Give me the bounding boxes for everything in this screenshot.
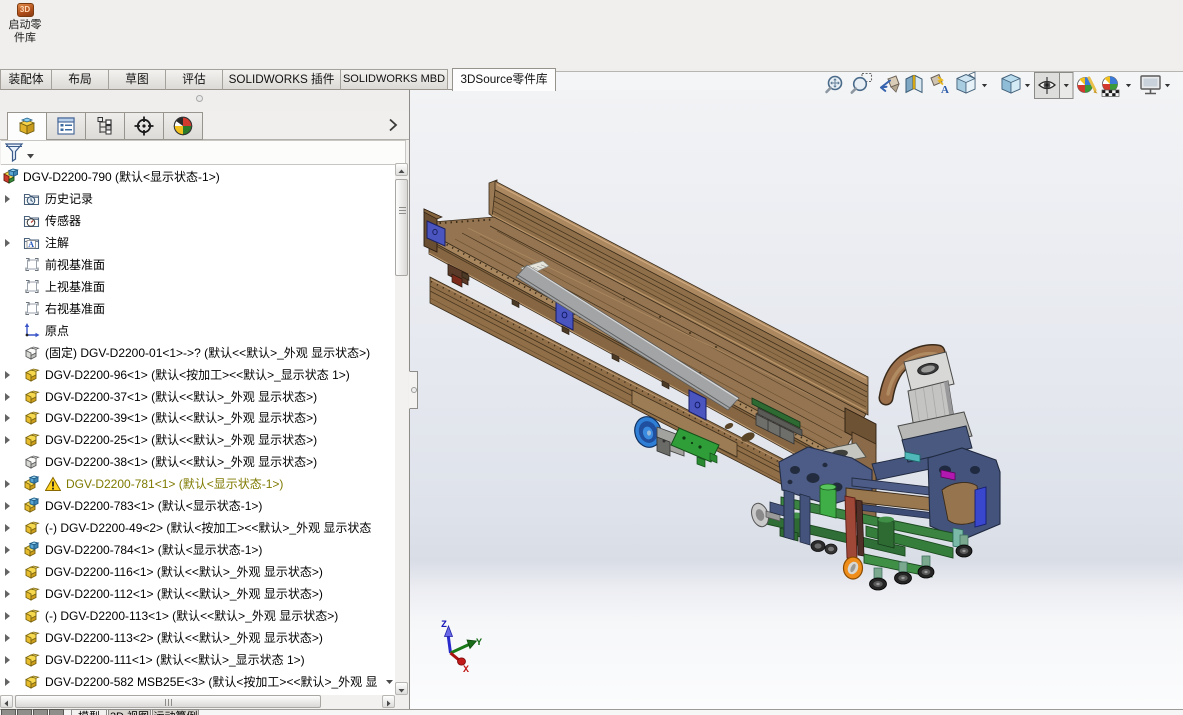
svg-text:A: A [941, 84, 949, 96]
svg-text:X: X [463, 665, 469, 676]
svg-text:Y: Y [476, 638, 482, 649]
svg-text:Z: Z [441, 620, 447, 631]
